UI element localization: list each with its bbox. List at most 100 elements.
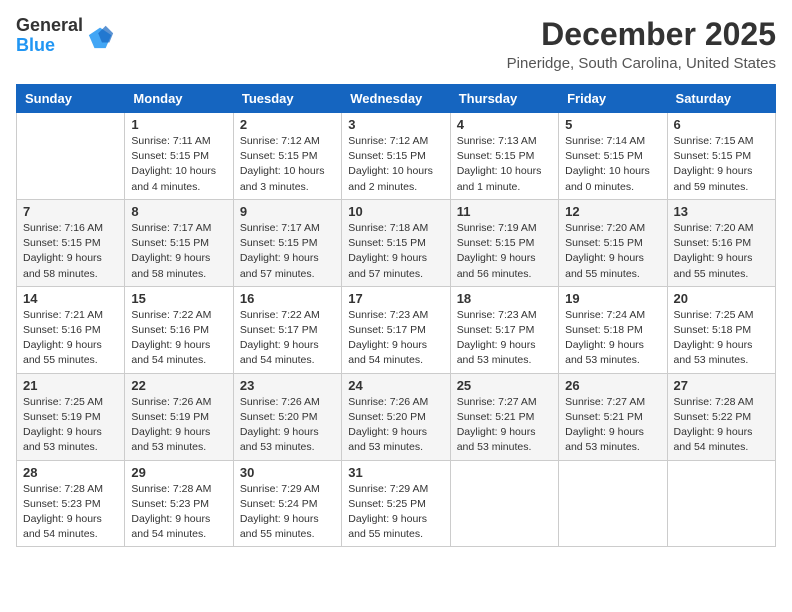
day-info: Sunrise: 7:28 AMSunset: 5:22 PMDaylight:… bbox=[674, 395, 769, 456]
day-info: Sunrise: 7:16 AMSunset: 5:15 PMDaylight:… bbox=[23, 221, 118, 282]
day-info: Sunrise: 7:21 AMSunset: 5:16 PMDaylight:… bbox=[23, 308, 118, 369]
day-info: Sunrise: 7:18 AMSunset: 5:15 PMDaylight:… bbox=[348, 221, 443, 282]
day-info: Sunrise: 7:26 AMSunset: 5:20 PMDaylight:… bbox=[348, 395, 443, 456]
day-info: Sunrise: 7:26 AMSunset: 5:20 PMDaylight:… bbox=[240, 395, 335, 456]
day-number: 12 bbox=[565, 204, 660, 219]
calendar-cell: 18 Sunrise: 7:23 AMSunset: 5:17 PMDayligh… bbox=[450, 286, 558, 373]
title-area: December 2025 Pineridge, South Carolina,… bbox=[507, 16, 776, 72]
calendar-cell: 8 Sunrise: 7:17 AMSunset: 5:15 PMDaylight… bbox=[125, 199, 233, 286]
day-info: Sunrise: 7:12 AMSunset: 5:15 PMDaylight:… bbox=[348, 134, 443, 195]
day-info: Sunrise: 7:28 AMSunset: 5:23 PMDaylight:… bbox=[131, 482, 226, 543]
calendar-cell: 14Sunrise: 7:21 AMSunset: 5:16 PMDayligh… bbox=[17, 286, 125, 373]
calendar-cell: 1 Sunrise: 7:11 AMSunset: 5:15 PMDaylight… bbox=[125, 113, 233, 200]
calendar-cell bbox=[17, 113, 125, 200]
calendar-cell: 15Sunrise: 7:22 AMSunset: 5:16 PMDayligh… bbox=[125, 286, 233, 373]
day-info: Sunrise: 7:28 AMSunset: 5:23 PMDaylight:… bbox=[23, 482, 118, 543]
calendar-cell: 17 Sunrise: 7:23 AMSunset: 5:17 PMDayligh… bbox=[342, 286, 450, 373]
day-info: Sunrise: 7:25 AMSunset: 5:19 PMDaylight:… bbox=[23, 395, 118, 456]
day-info: Sunrise: 7:27 AMSunset: 5:21 PMDaylight:… bbox=[457, 395, 552, 456]
calendar-cell: 26Sunrise: 7:27 AMSunset: 5:21 PMDayligh… bbox=[559, 373, 667, 460]
calendar-cell: 30 Sunrise: 7:29 AMSunset: 5:24 PMDayligh… bbox=[233, 460, 341, 547]
calendar-cell: 21 Sunrise: 7:25 AMSunset: 5:19 PMDayligh… bbox=[17, 373, 125, 460]
logo-icon bbox=[87, 22, 115, 50]
day-header-sunday: Sunday bbox=[17, 85, 125, 113]
logo-line1: General bbox=[16, 16, 83, 36]
day-number: 25 bbox=[457, 378, 552, 393]
day-number: 11 bbox=[457, 204, 552, 219]
day-number: 30 bbox=[240, 465, 335, 480]
day-header-thursday: Thursday bbox=[450, 85, 558, 113]
calendar-cell: 5 Sunrise: 7:14 AMSunset: 5:15 PMDaylight… bbox=[559, 113, 667, 200]
day-info: Sunrise: 7:23 AMSunset: 5:17 PMDaylight:… bbox=[348, 308, 443, 369]
day-number: 24 bbox=[348, 378, 443, 393]
calendar-cell: 25 Sunrise: 7:27 AMSunset: 5:21 PMDayligh… bbox=[450, 373, 558, 460]
day-number: 31 bbox=[348, 465, 443, 480]
calendar-cell bbox=[450, 460, 558, 547]
day-number: 6 bbox=[674, 117, 769, 132]
calendar-week-row: 7 Sunrise: 7:16 AMSunset: 5:15 PMDaylight… bbox=[17, 199, 776, 286]
day-info: Sunrise: 7:25 AMSunset: 5:18 PMDaylight:… bbox=[674, 308, 769, 369]
day-number: 10 bbox=[348, 204, 443, 219]
day-info: Sunrise: 7:26 AMSunset: 5:19 PMDaylight:… bbox=[131, 395, 226, 456]
day-info: Sunrise: 7:12 AMSunset: 5:15 PMDaylight:… bbox=[240, 134, 335, 195]
calendar-cell: 22Sunrise: 7:26 AMSunset: 5:19 PMDayligh… bbox=[125, 373, 233, 460]
calendar-week-row: 14Sunrise: 7:21 AMSunset: 5:16 PMDayligh… bbox=[17, 286, 776, 373]
day-number: 4 bbox=[457, 117, 552, 132]
calendar-cell: 4 Sunrise: 7:13 AMSunset: 5:15 PMDaylight… bbox=[450, 113, 558, 200]
day-info: Sunrise: 7:17 AMSunset: 5:15 PMDaylight:… bbox=[131, 221, 226, 282]
calendar-cell: 19 Sunrise: 7:24 AMSunset: 5:18 PMDayligh… bbox=[559, 286, 667, 373]
logo-line2: Blue bbox=[16, 36, 83, 56]
calendar-week-row: 1 Sunrise: 7:11 AMSunset: 5:15 PMDaylight… bbox=[17, 113, 776, 200]
day-info: Sunrise: 7:19 AMSunset: 5:15 PMDaylight:… bbox=[457, 221, 552, 282]
day-number: 2 bbox=[240, 117, 335, 132]
calendar-cell bbox=[559, 460, 667, 547]
day-info: Sunrise: 7:14 AMSunset: 5:15 PMDaylight:… bbox=[565, 134, 660, 195]
day-info: Sunrise: 7:22 AMSunset: 5:17 PMDaylight:… bbox=[240, 308, 335, 369]
calendar-cell: 31 Sunrise: 7:29 AMSunset: 5:25 PMDayligh… bbox=[342, 460, 450, 547]
calendar-cell: 6 Sunrise: 7:15 AMSunset: 5:15 PMDaylight… bbox=[667, 113, 775, 200]
day-number: 9 bbox=[240, 204, 335, 219]
calendar-cell: 23 Sunrise: 7:26 AMSunset: 5:20 PMDayligh… bbox=[233, 373, 341, 460]
calendar-week-row: 21 Sunrise: 7:25 AMSunset: 5:19 PMDayligh… bbox=[17, 373, 776, 460]
day-number: 20 bbox=[674, 291, 769, 306]
day-info: Sunrise: 7:29 AMSunset: 5:24 PMDaylight:… bbox=[240, 482, 335, 543]
day-info: Sunrise: 7:13 AMSunset: 5:15 PMDaylight:… bbox=[457, 134, 552, 195]
day-header-tuesday: Tuesday bbox=[233, 85, 341, 113]
calendar-cell: 27Sunrise: 7:28 AMSunset: 5:22 PMDayligh… bbox=[667, 373, 775, 460]
calendar-cell: 24 Sunrise: 7:26 AMSunset: 5:20 PMDayligh… bbox=[342, 373, 450, 460]
calendar-cell: 16 Sunrise: 7:22 AMSunset: 5:17 PMDayligh… bbox=[233, 286, 341, 373]
calendar-cell: 11 Sunrise: 7:19 AMSunset: 5:15 PMDayligh… bbox=[450, 199, 558, 286]
day-number: 5 bbox=[565, 117, 660, 132]
day-info: Sunrise: 7:24 AMSunset: 5:18 PMDaylight:… bbox=[565, 308, 660, 369]
calendar-table: SundayMondayTuesdayWednesdayThursdayFrid… bbox=[16, 84, 776, 547]
calendar-cell: 13Sunrise: 7:20 AMSunset: 5:16 PMDayligh… bbox=[667, 199, 775, 286]
day-number: 18 bbox=[457, 291, 552, 306]
calendar-cell: 10 Sunrise: 7:18 AMSunset: 5:15 PMDayligh… bbox=[342, 199, 450, 286]
day-header-wednesday: Wednesday bbox=[342, 85, 450, 113]
day-number: 8 bbox=[131, 204, 226, 219]
day-number: 17 bbox=[348, 291, 443, 306]
calendar-cell: 12 Sunrise: 7:20 AMSunset: 5:15 PMDayligh… bbox=[559, 199, 667, 286]
day-info: Sunrise: 7:15 AMSunset: 5:15 PMDaylight:… bbox=[674, 134, 769, 195]
day-number: 16 bbox=[240, 291, 335, 306]
calendar-cell: 7 Sunrise: 7:16 AMSunset: 5:15 PMDaylight… bbox=[17, 199, 125, 286]
day-number: 21 bbox=[23, 378, 118, 393]
day-number: 23 bbox=[240, 378, 335, 393]
day-info: Sunrise: 7:20 AMSunset: 5:15 PMDaylight:… bbox=[565, 221, 660, 282]
day-info: Sunrise: 7:23 AMSunset: 5:17 PMDaylight:… bbox=[457, 308, 552, 369]
day-number: 29 bbox=[131, 465, 226, 480]
day-header-saturday: Saturday bbox=[667, 85, 775, 113]
day-info: Sunrise: 7:17 AMSunset: 5:15 PMDaylight:… bbox=[240, 221, 335, 282]
day-number: 28 bbox=[23, 465, 118, 480]
day-info: Sunrise: 7:29 AMSunset: 5:25 PMDaylight:… bbox=[348, 482, 443, 543]
calendar-cell: 9 Sunrise: 7:17 AMSunset: 5:15 PMDaylight… bbox=[233, 199, 341, 286]
day-number: 19 bbox=[565, 291, 660, 306]
day-header-monday: Monday bbox=[125, 85, 233, 113]
day-number: 15 bbox=[131, 291, 226, 306]
day-number: 7 bbox=[23, 204, 118, 219]
day-info: Sunrise: 7:11 AMSunset: 5:15 PMDaylight:… bbox=[131, 134, 226, 195]
calendar-cell bbox=[667, 460, 775, 547]
calendar-cell: 29 Sunrise: 7:28 AMSunset: 5:23 PMDayligh… bbox=[125, 460, 233, 547]
day-number: 1 bbox=[131, 117, 226, 132]
day-number: 26 bbox=[565, 378, 660, 393]
